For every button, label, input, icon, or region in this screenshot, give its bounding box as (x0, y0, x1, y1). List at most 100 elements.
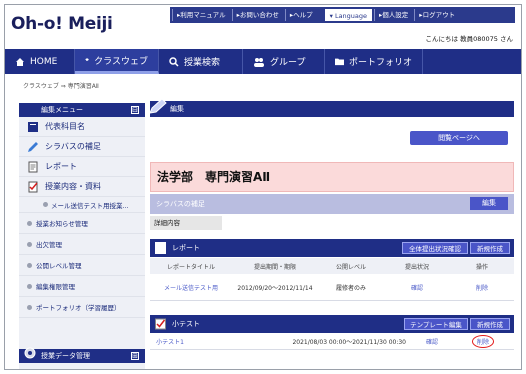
expand-toggle[interactable]: ⊞ (131, 352, 139, 360)
sidebar-footer[interactable]: 授業データ管理 ⊞ (19, 347, 145, 363)
report-icon (155, 242, 166, 254)
sidebar-subitem-materials[interactable]: メール送信テスト用授業... (19, 197, 145, 213)
top-links-bar: ▸利用マニュアル ▸お問い合わせ ▸ヘルプ ▾ Language ▸個人設定 ▸… (170, 7, 515, 23)
sidebar-item-syllabus-label: シラバスの補足 (45, 142, 101, 151)
nav-portfolio[interactable]: ポートフォリオ (325, 49, 423, 74)
home-icon (16, 57, 24, 66)
syllabus-section-label: シラバスの補足 (156, 200, 205, 208)
bullet-icon (27, 241, 32, 247)
sidebar-item-syllabus[interactable]: シラバスの補足 (19, 137, 145, 157)
view-page-button[interactable]: 閲覧ページへ (410, 131, 508, 145)
manual-link-label: 利用マニュアル (180, 11, 226, 19)
detail-label: 詳細内容 (150, 216, 222, 230)
sidebar-footer-label: 授業データ管理 (41, 352, 90, 360)
sidebar-item-course-name-label: 代表科目名 (45, 122, 85, 131)
sidebar-item-label: 出欠管理 (36, 241, 62, 249)
report-new-button[interactable]: 新規作成 (470, 242, 510, 254)
sidebar-item-report[interactable]: レポート (19, 157, 145, 177)
sidebar-item-label: 公開レベル管理 (36, 262, 82, 270)
quiz-status-link[interactable]: 確認 (412, 334, 452, 349)
report-level: 履修者のみ (335, 285, 366, 292)
sidebar-item-course-name[interactable]: 代表科目名 (19, 117, 145, 137)
col-level: 公開レベル (335, 263, 366, 271)
folder-icon (335, 58, 344, 66)
col-action: 操作 (475, 263, 488, 271)
nav-classweb-label: クラスウェブ (94, 56, 148, 67)
report-table-header: レポートタイトル 提出期間・期限 公開レベル 提出状況 操作 (150, 258, 514, 274)
contact-link-label: お問い合わせ (239, 11, 279, 19)
sidebar-item-report-label: レポート (45, 162, 77, 171)
report-section-label: レポート (172, 244, 200, 252)
pencil-icon (28, 141, 38, 152)
quiz-checkbox-icon (155, 318, 166, 330)
nav-course-search-label: 授業検索 (184, 58, 221, 68)
col-title: レポートタイトル (166, 263, 215, 271)
sidebar-item-permissions[interactable]: 編集権限管理 (19, 276, 145, 297)
settings-link[interactable]: ▸個人設定 (374, 9, 412, 21)
table-row: メール送信テスト用 2012/09/20～2012/11/14 履修者のみ 確認… (150, 275, 514, 301)
manual-link[interactable]: ▸利用マニュアル (172, 9, 230, 21)
language-select[interactable]: ▾ Language (324, 9, 373, 21)
logout-link-label: ログアウト (422, 11, 456, 19)
bullet-icon (43, 202, 48, 207)
quiz-title-link[interactable]: 小テスト1 (150, 334, 190, 349)
quiz-action-cell: 削除 (452, 334, 514, 349)
document-icon (28, 161, 38, 172)
main-content: 編集 閲覧ページへ 法学部 専門演習AⅡ シラバスの補足 編集 詳細内容 レポー… (149, 98, 514, 350)
sidebar-item-portfolio[interactable]: ポートフォリオ（学習履歴） (19, 297, 145, 318)
overall-status-button[interactable]: 全体提出状況確認 (402, 242, 468, 254)
sidebar-item-label: ポートフォリオ（学習履歴） (36, 304, 121, 312)
bullet-icon (27, 262, 32, 268)
sidebar-item-announcements[interactable]: 授業お知らせ管理 (19, 213, 145, 234)
template-edit-button[interactable]: テンプレート編集 (404, 318, 468, 330)
quiz-section-bar: 小テスト テンプレート編集 新規作成 (150, 315, 514, 333)
quiz-delete-link[interactable]: 削除 (471, 335, 494, 348)
course-title: 法学部 専門演習AⅡ (150, 162, 514, 192)
nav-home[interactable]: HOME (5, 49, 75, 74)
report-period: 2012/09/20～2012/11/14 (237, 285, 313, 292)
sidebar-item-materials[interactable]: 授業内容・資料 (19, 177, 145, 197)
contact-link[interactable]: ▸お問い合わせ (231, 9, 283, 21)
people-icon (254, 57, 264, 67)
sidebar-item-attendance[interactable]: 出欠管理 (19, 234, 145, 255)
gear-icon (24, 347, 36, 359)
collapse-toggle[interactable]: ⊟ (131, 106, 139, 114)
main-nav: HOME クラスウェブ 授業検索 グループ ポートフォリオ (5, 49, 521, 74)
app-window: Oh-o! Meiji ▸利用マニュアル ▸お問い合わせ ▸ヘルプ ▾ Lang… (4, 4, 522, 370)
syllabus-edit-button[interactable]: 編集 (470, 197, 508, 210)
logout-link[interactable]: ▸ログアウト (414, 9, 459, 21)
edit-header-label: 編集 (170, 105, 184, 113)
nav-portfolio-label: ポートフォリオ (348, 58, 412, 68)
nav-classweb[interactable]: クラスウェブ (75, 49, 159, 74)
report-title-link[interactable]: メール送信テスト用 (150, 275, 232, 300)
breadcrumb: クラスウェブ ⇒ 専門演習AⅡ (23, 83, 99, 90)
greeting-text: こんにちは 教員080075 さん (425, 35, 513, 43)
language-label: Language (334, 12, 368, 20)
help-link-label: ヘルプ (293, 11, 313, 19)
sidebar-header: 編集メニュー ⊟ (19, 103, 145, 117)
sidebar-header-label: 編集メニュー (41, 106, 83, 114)
report-delete-link[interactable]: 削除 (450, 275, 514, 300)
graduation-cap-icon (85, 58, 90, 62)
nav-group[interactable]: グループ (243, 49, 325, 74)
logo[interactable]: Oh-o! Meiji (11, 14, 113, 34)
sidebar-item-visibility[interactable]: 公開レベル管理 (19, 255, 145, 276)
nav-course-search[interactable]: 授業検索 (159, 49, 243, 74)
report-status-link[interactable]: 確認 (384, 275, 450, 300)
sidebar-item-label: 編集権限管理 (36, 283, 75, 291)
bullet-icon (27, 283, 32, 289)
settings-link-label: 個人設定 (382, 11, 409, 19)
report-section-bar: レポート 全体提出状況確認 新規作成 (150, 239, 514, 257)
table-row: 小テスト1 2021/08/03 00:00～2021/11/30 00:30 … (150, 334, 514, 350)
bullet-icon (27, 220, 32, 226)
col-status: 提出状況 (404, 263, 429, 271)
nav-group-label: グループ (270, 58, 306, 68)
edit-sidebar: 編集メニュー ⊟ 代表科目名 シラバスの補足 レポート 授業内容・資料 メール送… (19, 103, 145, 369)
help-link[interactable]: ▸ヘルプ (284, 9, 317, 21)
quiz-new-button[interactable]: 新規作成 (470, 318, 510, 330)
quiz-period: 2021/08/03 00:00～2021/11/30 00:30 (292, 339, 406, 346)
sidebar-item-materials-label: 授業内容・資料 (45, 182, 101, 191)
syllabus-section-bar: シラバスの補足 編集 (150, 194, 514, 214)
book-icon (28, 121, 38, 132)
magnifier-icon (169, 56, 179, 67)
